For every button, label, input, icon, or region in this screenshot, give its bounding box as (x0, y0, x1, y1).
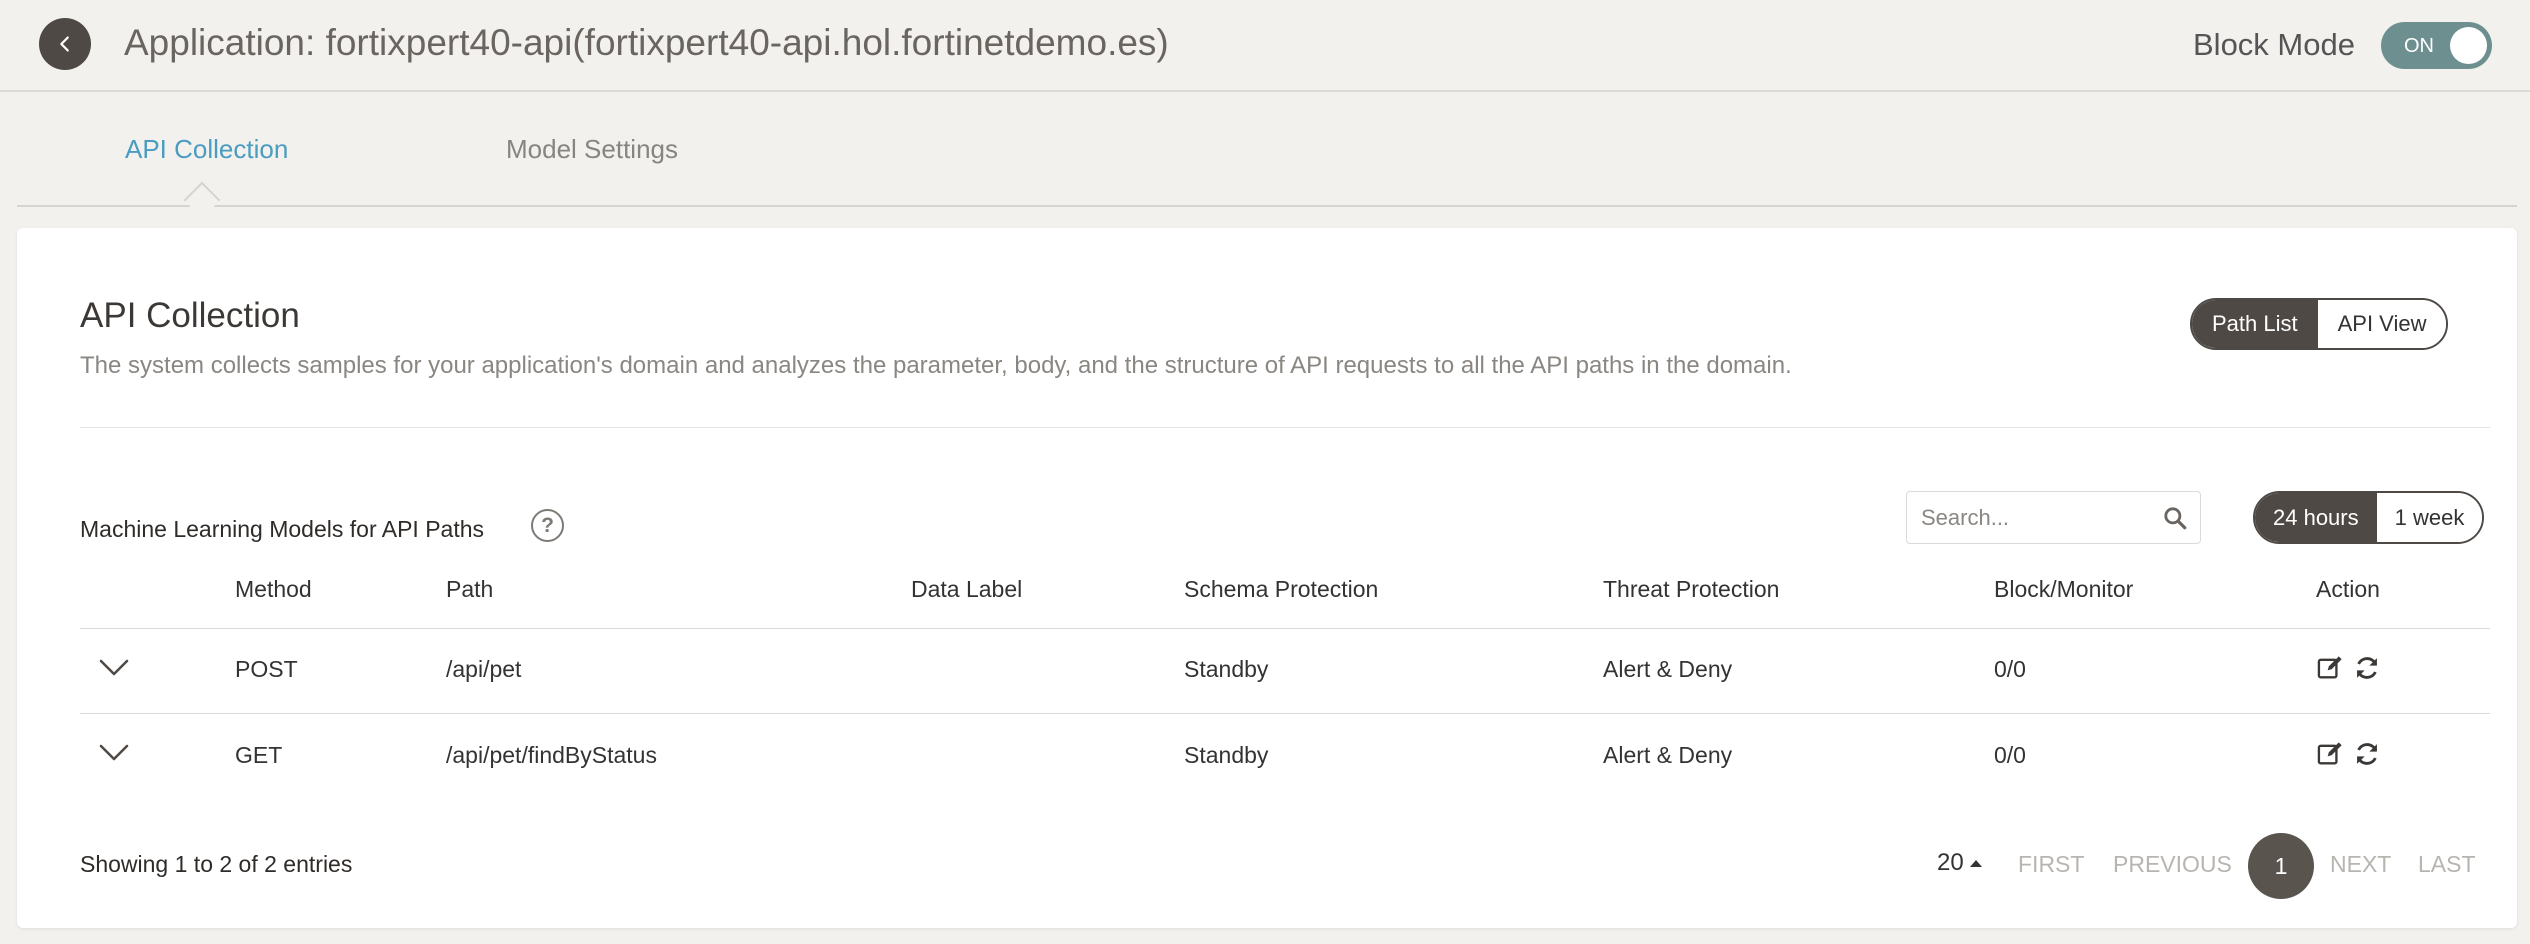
tab-api-collection[interactable]: API Collection (125, 134, 288, 165)
row-path: /api/pet/findByStatus (446, 742, 657, 768)
current-page-button[interactable]: 1 (2248, 833, 2314, 899)
row-threat-protection: Alert & Deny (1603, 656, 1733, 682)
row-schema-protection: Standby (1184, 742, 1269, 768)
card-title: API Collection (80, 296, 300, 335)
block-mode-label: Block Mode (2193, 27, 2355, 62)
card-description: The system collects samples for your app… (80, 352, 1792, 379)
page-size-value: 20 (1937, 849, 1964, 876)
tab-bar: API Collection Model Settings (17, 92, 2517, 219)
edit-icon[interactable] (2316, 740, 2344, 768)
refresh-icon[interactable] (2353, 740, 2381, 768)
column-header-threat-protection: Threat Protection (1603, 576, 1780, 602)
page-size-select[interactable]: 20 (1937, 849, 1982, 877)
api-collection-card: API Collection The system collects sampl… (17, 228, 2517, 928)
first-page-button[interactable]: FIRST (2018, 851, 2084, 878)
block-mode-toggle[interactable]: ON (2381, 22, 2492, 69)
back-button[interactable] (39, 18, 91, 70)
time-range-switch: 24 hours 1 week (2253, 491, 2485, 544)
row-schema-protection: Standby (1184, 656, 1269, 682)
edit-icon[interactable] (2316, 654, 2344, 682)
column-header-block-monitor: Block/Monitor (1994, 576, 2134, 602)
search-box (1906, 491, 2201, 544)
search-input[interactable] (1921, 502, 2151, 534)
column-header-schema-protection: Schema Protection (1184, 576, 1379, 602)
caret-up-icon (1969, 860, 1982, 868)
table-row-divider (80, 713, 2490, 714)
column-header-path: Path (446, 576, 494, 602)
search-icon[interactable] (2162, 505, 2188, 531)
range-24-hours-button[interactable]: 24 hours (2255, 493, 2377, 542)
section-title: Machine Learning Models for API Paths (80, 516, 485, 542)
previous-page-button[interactable]: PREVIOUS (2113, 851, 2232, 878)
section-divider (80, 427, 2490, 428)
toggle-knob (2450, 27, 2487, 64)
table-header-divider (80, 628, 2490, 629)
tab-model-settings[interactable]: Model Settings (506, 134, 678, 165)
page-title: Application: fortixpert40-api(fortixpert… (124, 22, 1169, 63)
column-header-data-label: Data Label (911, 576, 1023, 602)
toggle-state-label: ON (2404, 35, 2434, 57)
question-circle-icon[interactable]: ? (531, 509, 564, 542)
row-block-monitor: 0/0 (1994, 742, 2026, 768)
refresh-icon[interactable] (2353, 654, 2381, 682)
path-list-button[interactable]: Path List (2192, 300, 2318, 348)
entries-info: Showing 1 to 2 of 2 entries (80, 851, 353, 877)
row-method: GET (235, 742, 283, 768)
next-page-button[interactable]: NEXT (2330, 851, 2391, 878)
row-path: /api/pet (446, 656, 522, 682)
view-switch: Path List API View (2190, 298, 2449, 350)
column-header-method: Method (235, 576, 312, 602)
app-header: Application: fortixpert40-api(fortixpert… (0, 0, 2530, 92)
chevron-down-icon[interactable] (99, 744, 129, 762)
last-page-button[interactable]: LAST (2418, 851, 2476, 878)
row-method: POST (235, 656, 298, 682)
active-tab-indicator (183, 181, 221, 219)
row-threat-protection: Alert & Deny (1603, 742, 1733, 768)
chevron-down-icon[interactable] (99, 659, 129, 677)
column-header-action: Action (2316, 576, 2380, 602)
chevron-left-icon (60, 36, 69, 52)
api-view-button[interactable]: API View (2317, 300, 2447, 348)
range-1-week-button[interactable]: 1 week (2376, 493, 2483, 542)
row-block-monitor: 0/0 (1994, 656, 2026, 682)
